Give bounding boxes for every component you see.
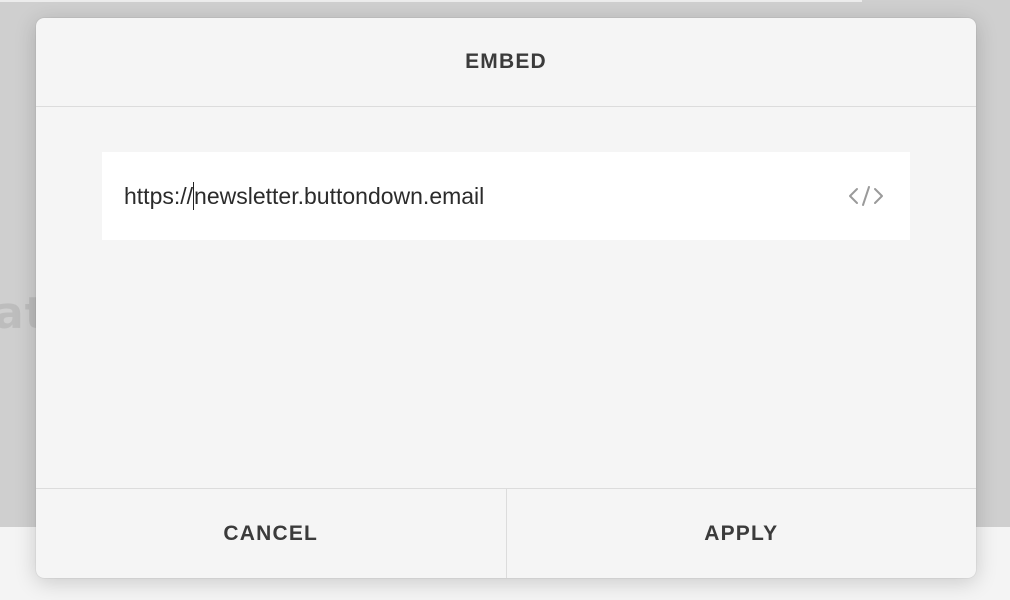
url-text-before-caret: https:// <box>124 183 194 209</box>
dialog-title: EMBED <box>465 50 547 73</box>
embed-dialog: EMBED https://newsletter.buttondown.emai… <box>36 18 976 578</box>
background-top-strip <box>0 0 862 2</box>
dialog-footer: CANCEL APPLY <box>36 488 976 578</box>
embed-url-input[interactable]: https://newsletter.buttondown.email <box>102 152 910 240</box>
embed-url-value[interactable]: https://newsletter.buttondown.email <box>124 182 848 210</box>
dialog-header: EMBED <box>36 18 976 107</box>
apply-button[interactable]: APPLY <box>507 489 977 578</box>
url-text-after-caret: newsletter.buttondown.email <box>194 183 485 209</box>
cancel-button[interactable]: CANCEL <box>36 489 506 578</box>
code-icon[interactable] <box>848 185 884 207</box>
